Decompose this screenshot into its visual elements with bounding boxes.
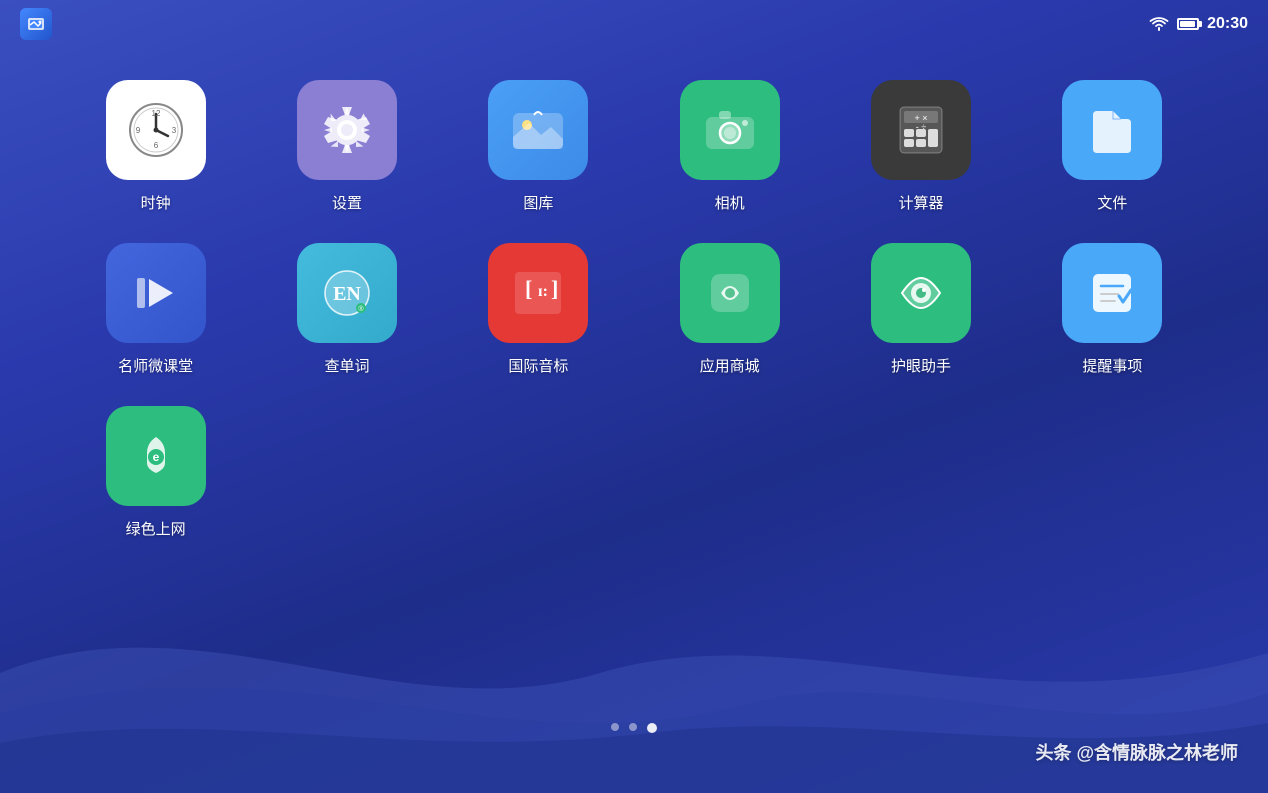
app-item-appstore[interactable]: 应用商城 (634, 243, 825, 376)
watermark: 头条 @含情脉脉之林老师 (1035, 739, 1238, 765)
app-icon-settings (297, 80, 397, 180)
svg-text:EN: EN (333, 283, 361, 305)
svg-text:e: e (152, 450, 159, 464)
page-dots (611, 723, 657, 733)
page-dot-2[interactable] (647, 723, 657, 733)
app-item-gallery[interactable]: 图库 (443, 80, 634, 213)
app-label-dictionary: 查单词 (324, 355, 369, 376)
app-label-calculator: 计算器 (898, 192, 943, 213)
app-label-mingshi: 名师微课堂 (118, 355, 193, 376)
svg-text:®: ® (358, 305, 364, 313)
svg-text:6: 6 (153, 141, 158, 150)
page-dot-1[interactable] (629, 723, 637, 731)
app-label-appstore: 应用商城 (700, 355, 760, 376)
app-item-calculator[interactable]: + × - ÷ 计算器 (825, 80, 1016, 213)
app-label-green: 绿色上网 (126, 518, 186, 539)
svg-text:9: 9 (135, 126, 140, 135)
app-item-eyecare[interactable]: 护眼助手 (825, 243, 1016, 376)
svg-text:]: ] (551, 276, 558, 301)
page-dot-0[interactable] (611, 723, 619, 731)
app-item-green[interactable]: e 绿色上网 (60, 406, 251, 539)
app-label-files: 文件 (1097, 192, 1127, 213)
battery-icon (1177, 18, 1199, 30)
app-icon-clock: 6 12 9 3 (106, 80, 206, 180)
clock-time: 20:30 (1207, 15, 1248, 33)
svg-text:ɪ:: ɪ: (538, 283, 548, 300)
app-label-clock: 时钟 (141, 192, 171, 213)
app-label-settings: 设置 (332, 192, 362, 213)
status-right: 20:30 (1149, 15, 1248, 33)
app-item-reminder[interactable]: 提醒事项 (1017, 243, 1208, 376)
app-item-dictionary[interactable]: EN ® 查单词 (251, 243, 442, 376)
app-grid: 6 12 9 3 时钟 设置 图库 相机 + × - ÷ 计算器 文件 名师微课… (0, 60, 1268, 559)
app-icon-reminder (1062, 243, 1162, 343)
app-icon-phonetic: [ ɪ: ] (488, 243, 588, 343)
app-label-reminder: 提醒事项 (1082, 355, 1142, 376)
app-item-mingshi[interactable]: 名师微课堂 (60, 243, 251, 376)
app-icon-dictionary: EN ® (297, 243, 397, 343)
app-icon-camera (680, 80, 780, 180)
app-label-gallery: 图库 (523, 192, 553, 213)
app-label-eyecare: 护眼助手 (891, 355, 951, 376)
svg-text:[: [ (525, 276, 532, 301)
app-item-camera[interactable]: 相机 (634, 80, 825, 213)
wifi-icon (1149, 16, 1169, 32)
app-item-clock[interactable]: 6 12 9 3 时钟 (60, 80, 251, 213)
app-icon-files (1062, 80, 1162, 180)
svg-text:- ÷: - ÷ (916, 122, 926, 132)
svg-text:12: 12 (151, 109, 160, 118)
app-icon-green: e (106, 406, 206, 506)
app-label-camera: 相机 (715, 192, 745, 213)
svg-text:3: 3 (171, 126, 176, 135)
app-icon-gallery (488, 80, 588, 180)
app-item-files[interactable]: 文件 (1017, 80, 1208, 213)
status-bar: 20:30 (0, 0, 1268, 48)
status-left (20, 8, 52, 40)
app-icon-appstore (680, 243, 780, 343)
app-item-phonetic[interactable]: [ ɪ: ] 国际音标 (443, 243, 634, 376)
screenshot-icon (20, 8, 52, 40)
app-item-settings[interactable]: 设置 (251, 80, 442, 213)
app-icon-eyecare (871, 243, 971, 343)
app-label-phonetic: 国际音标 (508, 355, 568, 376)
app-icon-mingshi (106, 243, 206, 343)
app-icon-calculator: + × - ÷ (871, 80, 971, 180)
